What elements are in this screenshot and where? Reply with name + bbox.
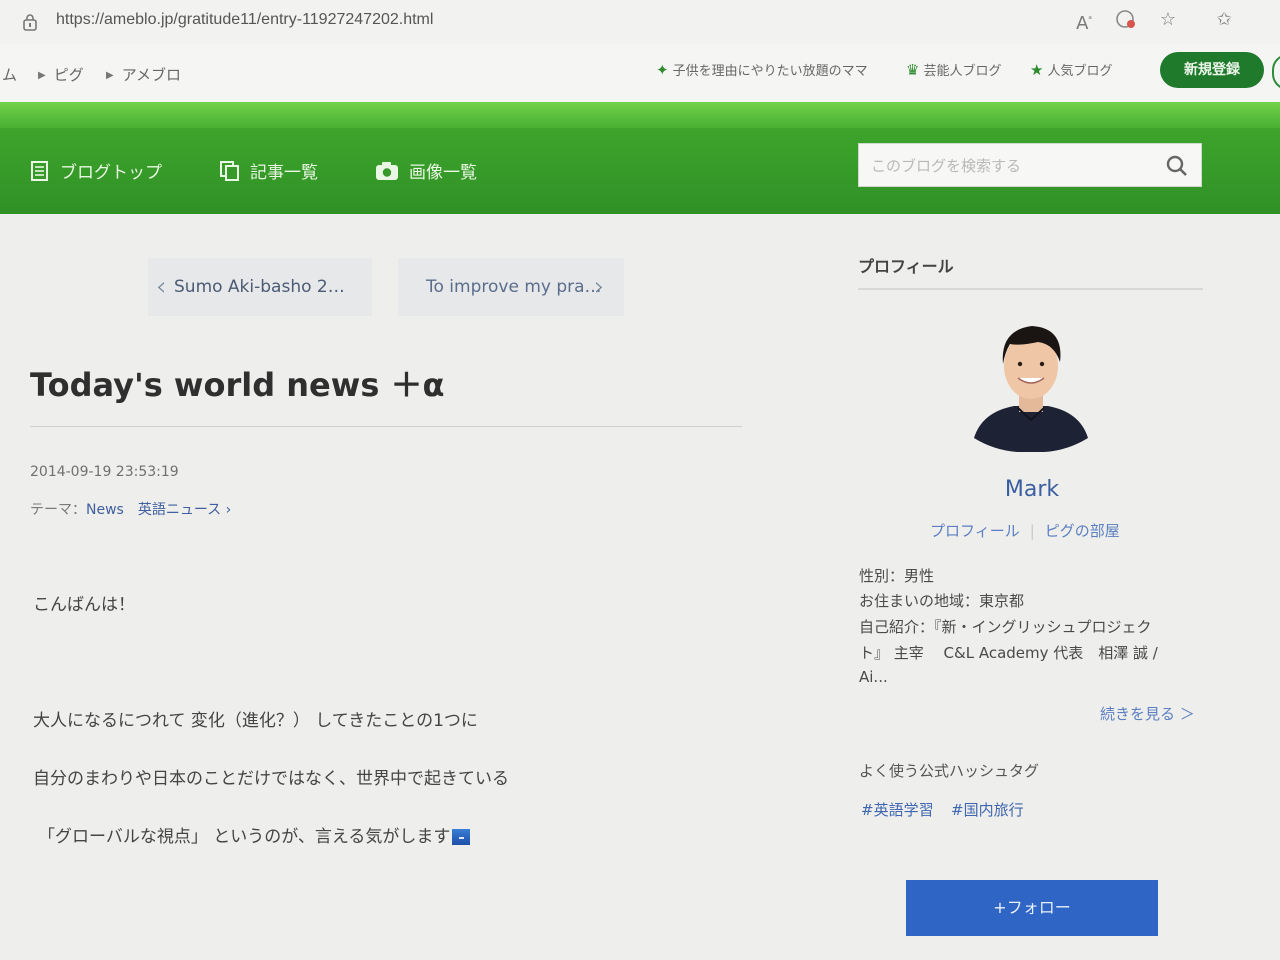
title-divider xyxy=(30,426,742,427)
entry-paragraph: 大人になるにつれて 変化（進化？） してきたことの1つに xyxy=(33,711,478,731)
profile-intro-line: ト』 主宰 C&L Academy 代表 相澤 誠 / xyxy=(859,644,1158,662)
signup-button[interactable]: 新規登録 xyxy=(1160,52,1264,88)
nav-blog-top[interactable]: ブログトップ xyxy=(30,158,162,183)
document-icon xyxy=(31,161,48,181)
camera-icon xyxy=(376,162,398,180)
copy-icon xyxy=(220,161,239,181)
profile-intro-line: 自己紹介：『新・イングリッシュプロジェク xyxy=(859,618,1152,636)
blog-nav-bar: ブログトップ 記事一覧 画像一覧 xyxy=(0,102,1280,214)
entry-theme: テーマ：News 英語ニュース › xyxy=(30,499,231,519)
theme-prefix: テーマ： xyxy=(30,502,86,518)
emoji-icon xyxy=(452,829,471,845)
prev-entry-title: Sumo Aki-basho 2… xyxy=(174,277,345,297)
entry-paragraph: こんばんは！ xyxy=(33,595,135,615)
search-icon[interactable] xyxy=(1165,154,1189,178)
next-entry-title: To improve my pra… xyxy=(426,277,602,297)
breadcrumb-pigg[interactable]: ▶ ピグ xyxy=(38,64,84,85)
crown-icon: ♛ xyxy=(906,61,920,79)
lock-icon[interactable] xyxy=(22,13,38,31)
breadcrumb-ameblo[interactable]: ▶ アメブロ xyxy=(106,64,181,85)
header-link-popular-blog[interactable]: ★ 人気ブログ xyxy=(1030,60,1112,79)
star-icon: ★ xyxy=(1030,61,1044,79)
hashtag-link[interactable]: #国内旅行 xyxy=(951,799,1024,820)
favorites-icon[interactable]: ✩ xyxy=(1212,8,1236,32)
favorites-add-icon[interactable]: ☆ xyxy=(1156,8,1180,32)
url-text[interactable]: https://ameblo.jp/gratitude11/entry-1192… xyxy=(56,11,433,29)
profile-divider xyxy=(858,288,1203,290)
theme-link[interactable]: News 英語ニュース xyxy=(86,502,221,518)
blog-search-input[interactable] xyxy=(869,144,1163,188)
read-more-link[interactable]: 続きを見る ＞ xyxy=(1100,703,1195,724)
profile-links: プロフィール | ピグの部屋 xyxy=(930,520,1120,541)
pigg-room-link[interactable]: ピグの部屋 xyxy=(1045,522,1120,540)
nav-image-list[interactable]: 画像一覧 xyxy=(375,158,477,183)
profile-link[interactable]: プロフィール xyxy=(930,522,1020,540)
browser-address-bar: https://ameblo.jp/gratitude11/entry-1192… xyxy=(0,0,1280,45)
login-button[interactable] xyxy=(1272,54,1280,90)
sparkle-icon: ✦ xyxy=(656,61,669,79)
profile-name[interactable]: Mark xyxy=(972,477,1092,502)
entry-paragraph-last: 「グローバルな視点」 というのが、言える気がします xyxy=(38,822,471,847)
header-link-trending[interactable]: ✦ 子供を理由にやりたい放題のママ xyxy=(656,60,868,79)
avatar[interactable] xyxy=(972,320,1090,452)
ameba-header: ム ▶ ピグ ▶ アメブロ ✦ 子供を理由にやりたい放題のママ ♛ 芸能人ブログ ★ 人気… xyxy=(0,44,1280,102)
chevron-right-icon: › xyxy=(594,272,605,302)
triangle-right-icon: ▶ xyxy=(38,70,46,81)
next-entry-link[interactable]: To improve my pra… › xyxy=(398,258,624,316)
entry-paragraph: 自分のまわりや日本のことだけではなく、世界中で起きている xyxy=(33,769,509,789)
profile-location: お住まいの地域：東京都 xyxy=(859,592,1025,610)
chevron-left-icon: ‹ xyxy=(156,272,167,302)
profile-intro-line: Ai... xyxy=(859,668,888,686)
read-aloud-icon[interactable]: Aᵃ xyxy=(1072,8,1096,34)
chevron-right-icon: › xyxy=(225,502,232,518)
profile-gender: 性別：男性 xyxy=(859,567,935,585)
blog-search xyxy=(858,143,1202,188)
profile-heading: プロフィール xyxy=(858,257,954,276)
tracking-icon[interactable] xyxy=(1114,8,1138,32)
follow-button[interactable]: +フォロー xyxy=(906,880,1158,936)
hashtag-heading: よく使う公式ハッシュタグ xyxy=(859,762,1040,780)
header-link-celebrity-blog[interactable]: ♛ 芸能人ブログ xyxy=(906,60,1001,79)
entry-date: 2014-09-19 23:53:19 xyxy=(30,464,179,480)
header-stripe xyxy=(0,102,1280,128)
entry-title: Today's world news ＋α xyxy=(30,366,445,404)
triangle-right-icon: ▶ xyxy=(106,70,114,81)
nav-entry-list[interactable]: 記事一覧 xyxy=(220,158,318,183)
prev-entry-link[interactable]: ‹ Sumo Aki-basho 2… xyxy=(148,258,372,316)
link-separator: | xyxy=(1029,522,1035,540)
breadcrumb-home[interactable]: ム xyxy=(2,64,17,85)
hashtag-link[interactable]: #英語学習 xyxy=(861,799,934,820)
